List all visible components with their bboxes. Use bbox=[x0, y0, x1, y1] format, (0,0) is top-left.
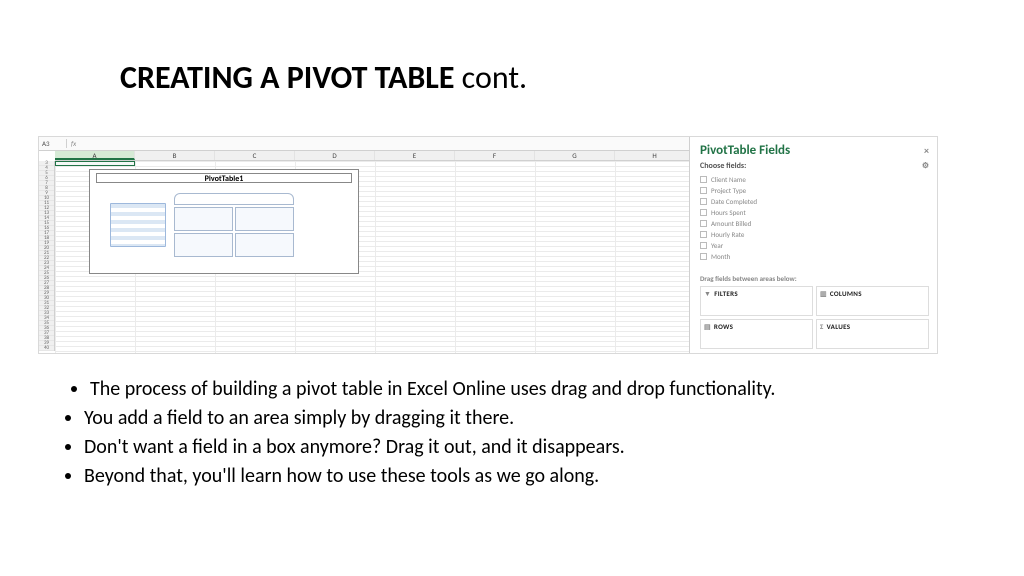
columns-area[interactable]: ▥COLUMNS bbox=[816, 286, 929, 316]
column-header[interactable]: C bbox=[215, 151, 295, 160]
rows-area[interactable]: ▤ROWS bbox=[700, 319, 813, 349]
checkbox-icon[interactable] bbox=[700, 242, 707, 249]
drag-areas-label: Drag fields between areas below: bbox=[700, 270, 929, 283]
field-item-label: Date Completed bbox=[711, 197, 757, 206]
drop-zones-icon bbox=[174, 193, 294, 257]
column-headers: ABCDEFGH bbox=[55, 151, 689, 161]
formula-bar: A3 fx bbox=[39, 137, 689, 151]
bullet-item: Don't want a field in a box anymore? Dra… bbox=[84, 434, 984, 461]
checkbox-icon[interactable] bbox=[700, 187, 707, 194]
fields-pane-title-row: PivotTable Fields × bbox=[700, 143, 929, 158]
worksheet-area: A3 fx ABCDEFGH 3456789101112131415161718… bbox=[39, 137, 689, 353]
choose-fields-row: Choose fields: ⚙ bbox=[700, 161, 929, 171]
field-item[interactable]: Project Type bbox=[700, 185, 929, 196]
columns-icon: ▥ bbox=[820, 289, 827, 298]
field-item[interactable]: Month bbox=[700, 251, 929, 262]
field-item-label: Project Type bbox=[711, 186, 746, 195]
field-list: Client Name Project Type Date Completed Hou… bbox=[700, 174, 929, 262]
choose-fields-label: Choose fields: bbox=[700, 161, 746, 171]
row-header[interactable]: 40 bbox=[39, 346, 54, 351]
field-item-label: Month bbox=[711, 252, 730, 261]
field-item-label: Amount Billed bbox=[711, 219, 751, 228]
name-box[interactable]: A3 bbox=[39, 139, 67, 148]
checkbox-icon[interactable] bbox=[700, 253, 707, 260]
filters-area[interactable]: ▼FILTERS bbox=[700, 286, 813, 316]
filter-icon: ▼ bbox=[704, 289, 711, 298]
gear-icon[interactable]: ⚙ bbox=[922, 161, 929, 171]
mini-table-icon bbox=[110, 203, 166, 247]
values-icon: Σ bbox=[820, 322, 824, 331]
checkbox-icon[interactable] bbox=[700, 231, 707, 238]
field-item-label: Hourly Rate bbox=[711, 230, 744, 239]
selected-cell[interactable] bbox=[55, 161, 135, 166]
title-bold: CREATING A PIVOT TABLE bbox=[120, 58, 454, 97]
field-item[interactable]: Amount Billed bbox=[700, 218, 929, 229]
checkbox-icon[interactable] bbox=[700, 209, 707, 216]
bullet-item: The process of building a pivot table in… bbox=[90, 376, 984, 403]
fields-pane-title: PivotTable Fields bbox=[700, 143, 790, 158]
column-header[interactable]: E bbox=[375, 151, 455, 160]
excel-screenshot: A3 fx ABCDEFGH 3456789101112131415161718… bbox=[38, 136, 938, 354]
column-header[interactable]: F bbox=[455, 151, 535, 160]
field-item-label: Hours Spent bbox=[711, 208, 746, 217]
column-header[interactable]: B bbox=[135, 151, 215, 160]
pivottable-fields-pane: PivotTable Fields × Choose fields: ⚙ Cli… bbox=[689, 137, 937, 353]
close-icon[interactable]: × bbox=[924, 144, 929, 157]
columns-label: COLUMNS bbox=[830, 289, 862, 298]
field-item[interactable]: Date Completed bbox=[700, 196, 929, 207]
rows-label: ROWS bbox=[714, 322, 733, 331]
bullet-item: You add a field to an area simply by dra… bbox=[84, 405, 984, 432]
field-item[interactable]: Year bbox=[700, 240, 929, 251]
column-header[interactable]: H bbox=[615, 151, 689, 160]
values-area[interactable]: ΣVALUES bbox=[816, 319, 929, 349]
row-headers: 3456789101112131415161718192021222324252… bbox=[39, 161, 55, 351]
column-header[interactable]: D bbox=[295, 151, 375, 160]
pivottable-placeholder-body bbox=[90, 183, 358, 261]
checkbox-icon[interactable] bbox=[700, 220, 707, 227]
bullet-list: The process of building a pivot table in… bbox=[68, 376, 984, 492]
checkbox-icon[interactable] bbox=[700, 176, 707, 183]
title-rest: cont. bbox=[454, 58, 527, 97]
column-header[interactable]: A bbox=[55, 151, 135, 160]
drop-areas-grid: ▼FILTERS ▥COLUMNS ▤ROWS ΣVALUES bbox=[700, 286, 929, 349]
filters-label: FILTERS bbox=[714, 289, 738, 298]
field-item[interactable]: Client Name bbox=[700, 174, 929, 185]
field-item[interactable]: Hours Spent bbox=[700, 207, 929, 218]
column-header[interactable]: G bbox=[535, 151, 615, 160]
field-item[interactable]: Hourly Rate bbox=[700, 229, 929, 240]
rows-icon: ▤ bbox=[704, 322, 711, 331]
slide-title: CREATING A PIVOT TABLE cont. bbox=[120, 58, 527, 97]
fx-label: fx bbox=[67, 139, 80, 148]
field-item-label: Client Name bbox=[711, 175, 746, 184]
values-label: VALUES bbox=[827, 322, 851, 331]
field-item-label: Year bbox=[711, 241, 723, 250]
bullet-item: Beyond that, you'll learn how to use the… bbox=[84, 463, 984, 490]
pivottable-placeholder-title: PivotTable1 bbox=[96, 173, 352, 183]
checkbox-icon[interactable] bbox=[700, 198, 707, 205]
pivottable-placeholder[interactable]: PivotTable1 bbox=[89, 169, 359, 274]
